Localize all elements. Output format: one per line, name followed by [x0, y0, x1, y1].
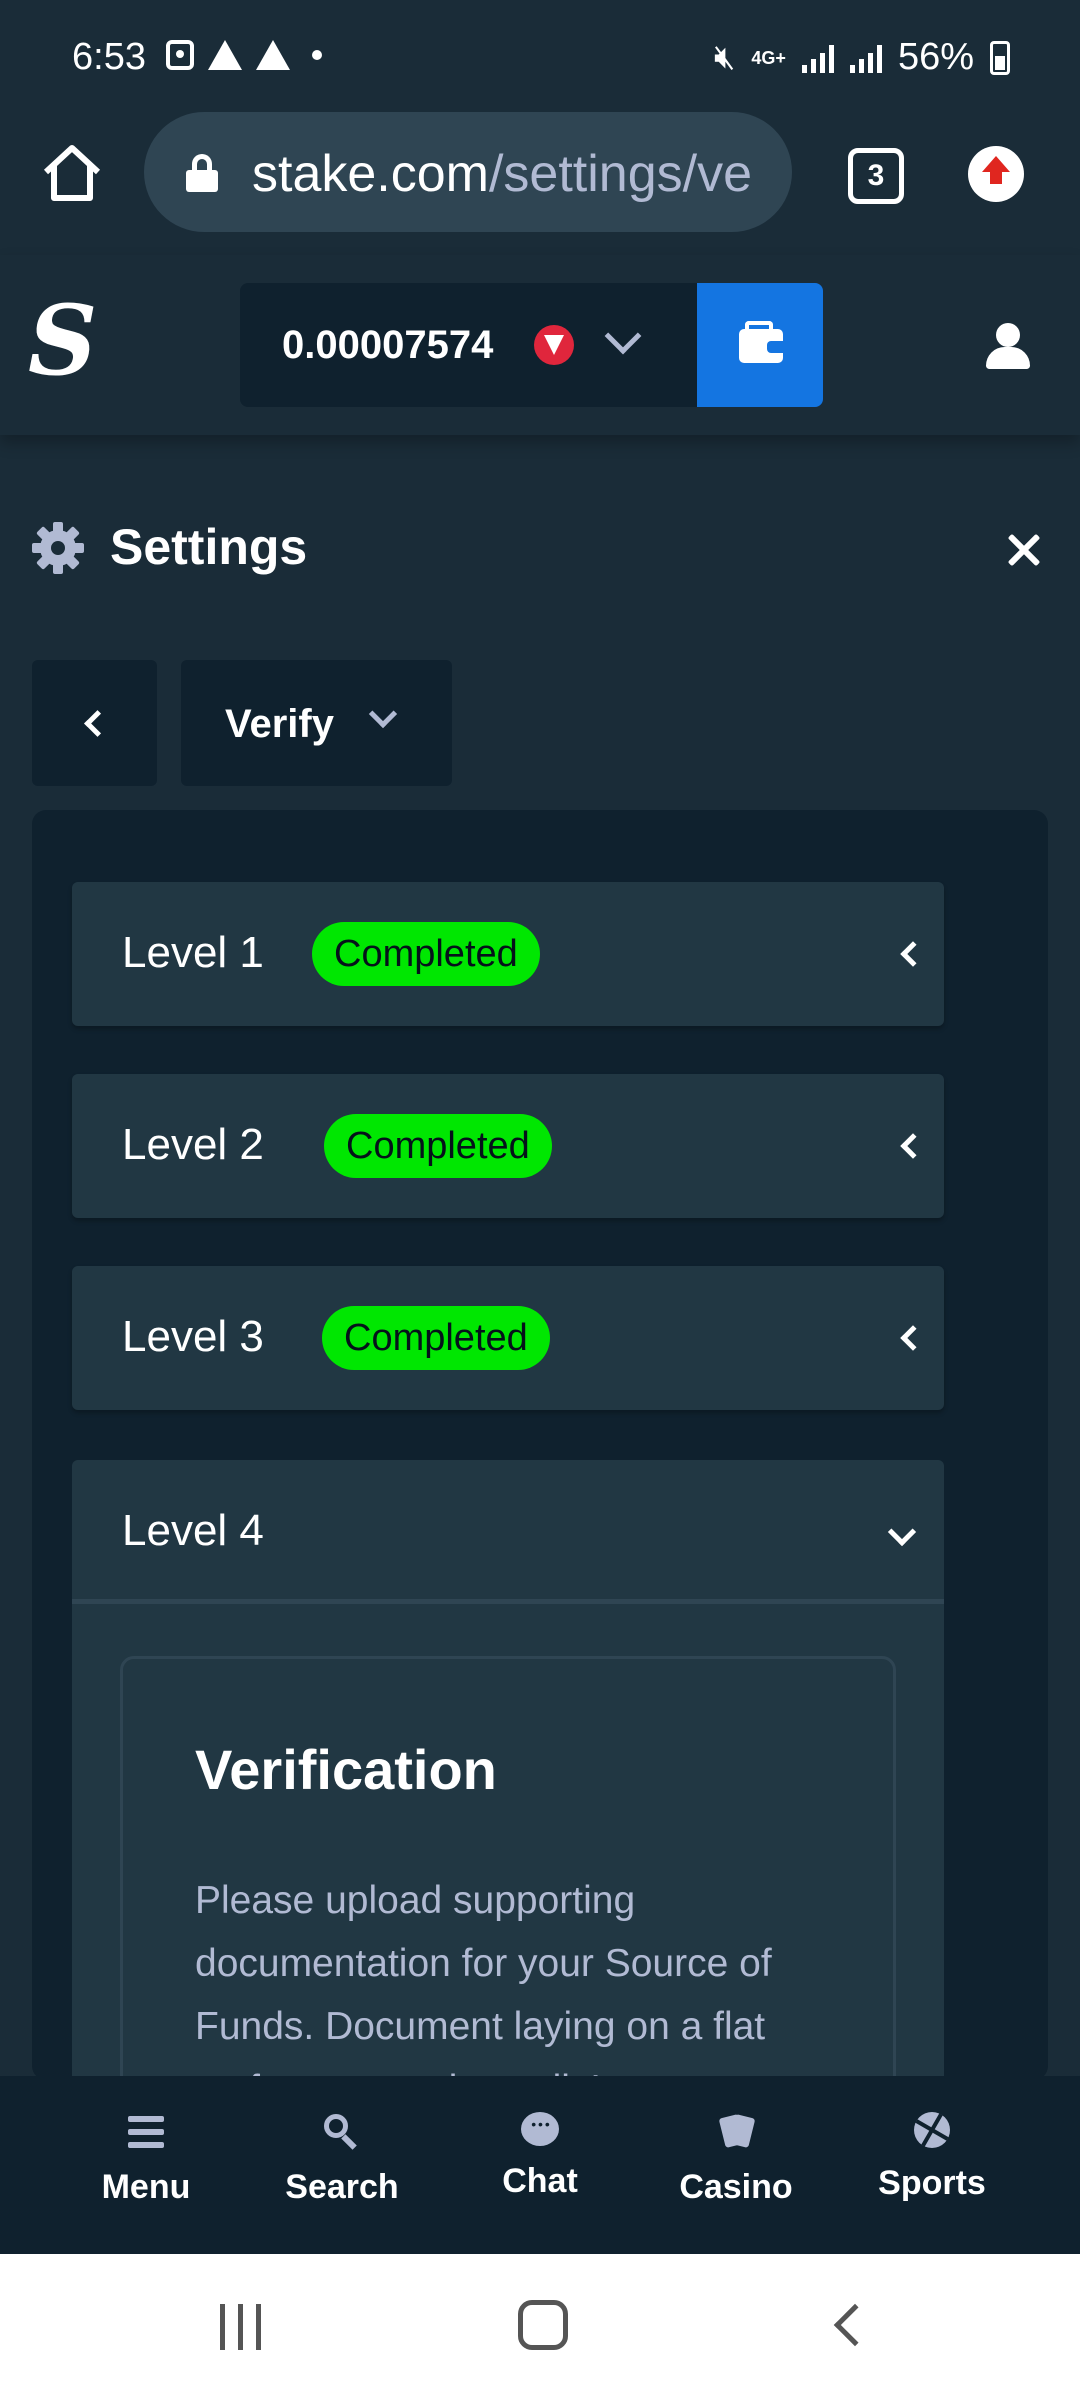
- system-navigation-bar: [0, 2254, 1080, 2400]
- search-icon: [322, 2112, 362, 2152]
- bottom-navigation: Menu Search Chat Casino Sports: [0, 2076, 1080, 2254]
- url-path: /settings/ve: [488, 145, 753, 203]
- level-label: Level 3: [122, 1312, 264, 1361]
- system-indicators: 🔇︎ 4G+ 56%: [714, 36, 1010, 79]
- status-time: 6:53: [72, 36, 146, 78]
- site-header: S 0.00007574: [0, 255, 1080, 435]
- settings-header: Settings: [0, 500, 1080, 600]
- nav-label: Casino: [679, 2168, 793, 2206]
- screenshot-notification-icon: [166, 40, 194, 70]
- nav-label: Sports: [878, 2164, 986, 2202]
- chevron-left-icon: [900, 1325, 926, 1351]
- nav-label: Menu: [101, 2168, 191, 2206]
- chevron-down-icon: [368, 699, 398, 729]
- balance-selector[interactable]: 0.00007574: [240, 283, 698, 407]
- browser-toolbar: stake.com/settings/ve 3: [0, 110, 1080, 255]
- more-notifications-icon: [312, 50, 322, 60]
- home-icon[interactable]: [40, 140, 104, 204]
- close-icon[interactable]: [1004, 530, 1044, 570]
- recents-icon[interactable]: [218, 2304, 266, 2350]
- section-dropdown-label: Verify: [225, 702, 334, 746]
- status-bar: 6:53 🔇︎ 4G+ 56%: [0, 0, 1080, 120]
- nav-casino[interactable]: Casino: [646, 2112, 826, 2207]
- page-title: Settings: [110, 519, 308, 575]
- browser-update-icon[interactable]: [968, 146, 1024, 202]
- level-label: Level 1: [122, 928, 264, 977]
- nav-menu[interactable]: Menu: [56, 2112, 236, 2207]
- level-label: Level 4: [122, 1506, 264, 1555]
- url-host: stake.com: [252, 145, 489, 203]
- verification-description: Please upload supporting documentation f…: [195, 1879, 772, 2080]
- back-icon[interactable]: [833, 2303, 877, 2347]
- user-icon[interactable]: [984, 323, 1032, 371]
- notification-icons: [166, 40, 322, 70]
- battery-icon: [990, 40, 1010, 75]
- menu-icon: [126, 2112, 166, 2152]
- sports-icon: [914, 2112, 950, 2148]
- level-label: Level 2: [122, 1120, 264, 1169]
- back-button[interactable]: [32, 660, 157, 786]
- status-badge: Completed: [312, 922, 540, 986]
- battery-percent: 56%: [897, 36, 974, 78]
- nav-label: Search: [285, 2168, 399, 2206]
- status-badge: Completed: [324, 1114, 552, 1178]
- level-row-3[interactable]: Level 3 Completed: [72, 1266, 944, 1410]
- level-row-1[interactable]: Level 1 Completed: [72, 882, 944, 1026]
- warning-icon: [208, 40, 242, 70]
- stake-logo[interactable]: S: [28, 293, 97, 389]
- warning-icon: [256, 40, 290, 70]
- wallet-button[interactable]: [697, 283, 823, 407]
- section-dropdown[interactable]: Verify: [181, 660, 452, 786]
- mute-icon: 🔇︎: [713, 38, 736, 76]
- status-badge: Completed: [322, 1306, 550, 1370]
- casino-icon: [716, 2112, 756, 2152]
- url-text: stake.com/settings/ve: [252, 144, 752, 204]
- tron-icon: [534, 325, 574, 365]
- gear-icon: [32, 522, 84, 574]
- signal-icon: [849, 43, 882, 73]
- tab-switcher-button[interactable]: 3: [848, 148, 904, 204]
- nav-search[interactable]: Search: [252, 2112, 432, 2207]
- level-row-2[interactable]: Level 2 Completed: [72, 1074, 944, 1218]
- chevron-down-icon: [604, 317, 642, 355]
- chevron-left-icon: [900, 1133, 926, 1159]
- verification-card: Verification Please upload supporting do…: [120, 1656, 896, 2080]
- level-4-header[interactable]: Level 4: [72, 1460, 944, 1604]
- chevron-down-icon: [887, 1517, 917, 1547]
- chevron-left-icon: [900, 941, 926, 967]
- nav-label: Chat: [502, 2162, 578, 2200]
- lock-icon: [186, 154, 218, 192]
- network-type: 4G+: [751, 47, 786, 68]
- address-bar[interactable]: stake.com/settings/ve: [144, 112, 792, 232]
- nav-chat[interactable]: Chat: [450, 2112, 630, 2201]
- nav-sports[interactable]: Sports: [842, 2112, 1022, 2203]
- verification-title: Verification: [195, 1738, 497, 1801]
- balance-amount: 0.00007574: [282, 323, 494, 367]
- chat-icon: [521, 2112, 559, 2146]
- level-row-4: Level 4 Verification Please upload suppo…: [72, 1460, 944, 2080]
- home-button-icon[interactable]: [518, 2300, 568, 2350]
- signal-icon: [801, 43, 834, 73]
